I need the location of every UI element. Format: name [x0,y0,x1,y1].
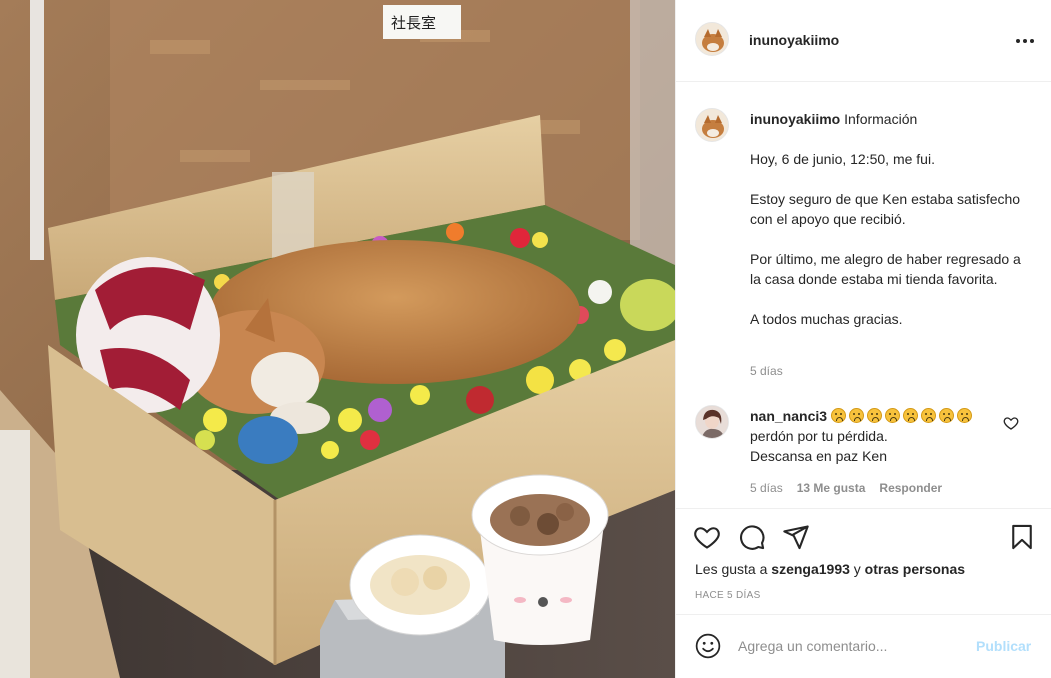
sad-face-emoji-icon [848,408,864,423]
share-icon[interactable] [782,523,810,551]
caption-timestamp[interactable]: 5 días [750,364,783,378]
caption-paragraph: Hoy, 6 de junio, 12:50, me fui. [750,151,935,167]
dog-avatar-icon [696,23,728,55]
heart-icon[interactable] [693,523,721,551]
caption-first-line: inunoyakiimo Información [750,109,1035,129]
bookmark-icon[interactable] [1008,523,1036,551]
comment-text: perdón por tu pérdida. [750,428,888,444]
comment-username[interactable]: nan_nanci3 [750,408,827,424]
header-username[interactable]: inunoyakiimo [749,32,839,48]
emoji-row [830,408,975,424]
caption-username[interactable]: inunoyakiimo [750,111,840,127]
person-avatar-icon [696,406,728,438]
caption-avatar[interactable] [695,108,729,142]
sad-face-emoji-icon [830,408,846,423]
likes-prefix: Les gusta a [695,561,768,577]
dot-icon [1016,39,1020,43]
comment-text-line2: Descansa en paz Ken [750,448,887,464]
sad-face-emoji-icon [920,408,936,423]
post-sidebar: inunoyakiimo inunoyakiimo Información Ho… [675,0,1051,678]
comment-meta: 5 días 13 Me gusta Responder [750,481,942,495]
office-sign-text: 社長室 [391,14,436,32]
caption-paragraph: Por último, me alegro de haber regresado… [750,251,1021,287]
emoji-icon[interactable] [695,633,721,659]
add-comment-bar: Publicar [676,614,1051,678]
sad-face-emoji-icon [956,408,972,423]
comment-timestamp[interactable]: 5 días [750,481,783,495]
post-header: inunoyakiimo [676,0,1051,82]
avatar[interactable] [695,22,729,56]
others-link[interactable]: otras personas [865,561,965,577]
publish-button[interactable]: Publicar [976,638,1031,654]
liker-username[interactable]: szenga1993 [771,561,850,577]
sad-face-emoji-icon [866,408,882,423]
comment-like-count[interactable]: 13 Me gusta [797,481,866,495]
likes-join: y [853,561,861,577]
comment-icon[interactable] [738,523,766,551]
comment-body: nan_nanci3 perdón por tu pérdida. Descan… [750,406,1000,466]
likes-summary: Les gusta a szenga1993 y otras personas [695,561,965,577]
dot-icon [1030,39,1034,43]
post-timestamp[interactable]: HACE 5 DÍAS [695,590,761,601]
comment-input[interactable] [738,635,958,657]
post-image[interactable]: 社長室 [0,0,675,678]
caption-title: Información [844,111,918,127]
comments-section[interactable]: inunoyakiimo Información Hoy, 6 de junio… [676,83,1051,508]
photo-illustration: 社長室 [0,0,675,678]
sad-face-emoji-icon [938,408,954,423]
dog-avatar-icon [696,109,728,141]
sad-face-emoji-icon [884,408,900,423]
more-options-button[interactable] [1010,30,1040,52]
caption: inunoyakiimo Información Hoy, 6 de junio… [750,109,1035,329]
sad-face-emoji-icon [902,408,918,423]
reply-button[interactable]: Responder [879,481,942,495]
caption-paragraph: A todos muchas gracias. [750,311,903,327]
action-bar: Les gusta a szenga1993 y otras personas … [676,508,1051,608]
like-comment-heart-icon[interactable] [1003,415,1019,431]
commenter-avatar[interactable] [695,405,729,439]
caption-paragraph: Estoy seguro de que Ken estaba satisfech… [750,191,1021,227]
dot-icon [1023,39,1027,43]
